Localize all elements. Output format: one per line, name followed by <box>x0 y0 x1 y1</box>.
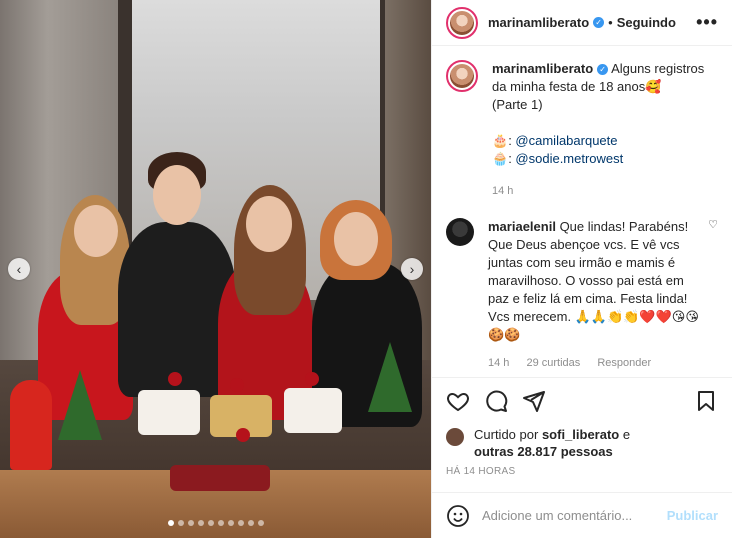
carousel-dot <box>227 520 234 526</box>
liked-prefix: Curtido por <box>474 427 539 442</box>
carousel-dots <box>0 520 431 526</box>
person-head-right <box>246 196 292 252</box>
caption-part: (Parte 1) <box>492 97 543 112</box>
chevron-left-icon: ‹ <box>16 261 22 277</box>
carousel-next-button[interactable]: › <box>401 258 423 280</box>
heart-icon[interactable] <box>446 389 470 413</box>
chevron-right-icon: › <box>409 261 415 277</box>
decor-tree <box>58 370 102 440</box>
follow-status-button[interactable]: Seguindo <box>617 15 676 30</box>
santa-figure <box>10 380 52 470</box>
emoji-icon[interactable] <box>446 504 470 528</box>
publish-button[interactable]: Publicar <box>667 508 718 523</box>
caption-avatar[interactable] <box>446 60 478 92</box>
comments-scroll[interactable]: marinamliberato ✓ Alguns registros da min… <box>432 46 732 376</box>
carousel-dot <box>187 520 194 526</box>
author-username[interactable]: marinamliberato <box>488 15 589 30</box>
post-header: marinamliberato ✓ • Seguindo ••• <box>432 0 732 46</box>
comment-avatar[interactable] <box>446 218 474 246</box>
rose <box>236 428 250 442</box>
person-head-far-right <box>334 212 378 266</box>
verified-icon: ✓ <box>593 17 605 28</box>
liker-username[interactable]: sofi_liberato <box>542 427 619 442</box>
cupcake-emoji: 🧁 <box>492 151 509 166</box>
liked-by: Curtido por sofi_liberato e outras 28.81… <box>446 426 718 460</box>
verified-icon: ✓ <box>597 64 609 76</box>
liker-avatar[interactable] <box>446 428 464 446</box>
cake-left <box>138 390 200 435</box>
mention-camilabarquete[interactable]: @camilabarquete <box>515 133 617 148</box>
comment-like-heart-icon[interactable]: ♡ <box>708 218 718 372</box>
carousel-dot <box>177 520 184 526</box>
comment-username[interactable]: mariaelenil <box>488 219 556 234</box>
comment-icon[interactable] <box>484 389 508 413</box>
carousel-dot <box>207 520 214 526</box>
rose <box>305 372 319 386</box>
separator-dot: • <box>608 15 613 30</box>
mention-sodie[interactable]: @sodie.metrowest <box>515 151 623 166</box>
more-icon[interactable]: ••• <box>696 12 718 33</box>
carousel-dot <box>247 520 254 526</box>
post-side-panel: marinamliberato ✓ • Seguindo ••• marinam… <box>431 0 732 538</box>
post-photo: ‹ › <box>0 0 431 538</box>
comment-bar: Adicione um comentário... Publicar <box>432 492 732 538</box>
decor-tree <box>368 342 412 412</box>
dessert-tray <box>170 465 270 491</box>
likes-count-button[interactable]: outras 28.817 pessoas <box>474 444 613 459</box>
carousel-dot <box>167 520 174 526</box>
comment-time[interactable]: 14 h <box>488 357 509 369</box>
comment-text: Que lindas! Parabéns! Que Deus abençoe v… <box>488 219 699 342</box>
carousel-dot <box>257 520 264 526</box>
comment-likes[interactable]: 29 curtidas <box>526 357 580 369</box>
carousel-dot <box>197 520 204 526</box>
cake-emoji: 🎂 <box>492 133 509 148</box>
carousel-dot <box>237 520 244 526</box>
post-modal: ‹ › marinamliberato ✓ • Seguindo ••• mar… <box>0 0 732 538</box>
liked-middle: e <box>622 427 631 442</box>
person-head-left <box>74 205 118 257</box>
post-timestamp[interactable]: HÁ 14 HORAS <box>446 466 718 477</box>
cake-right <box>284 388 342 433</box>
comment-input[interactable]: Adicione um comentário... <box>482 508 667 523</box>
caption-username[interactable]: marinamliberato <box>492 61 593 76</box>
carousel-dot <box>217 520 224 526</box>
carousel-prev-button[interactable]: ‹ <box>8 258 30 280</box>
rose <box>230 378 244 392</box>
caption: marinamliberato ✓ Alguns registros da min… <box>446 60 718 200</box>
comment-reply-button[interactable]: Responder <box>597 357 651 369</box>
caption-time[interactable]: 14 h <box>492 185 513 197</box>
author-avatar[interactable] <box>446 6 478 39</box>
bookmark-icon[interactable] <box>694 389 718 413</box>
post-actions: Curtido por sofi_liberato e outras 28.81… <box>432 377 732 477</box>
share-icon[interactable] <box>522 389 546 413</box>
person-head-middle <box>153 165 201 225</box>
comment: mariaelenil Que lindas! Parabéns! Que De… <box>446 218 718 372</box>
rose <box>168 372 182 386</box>
